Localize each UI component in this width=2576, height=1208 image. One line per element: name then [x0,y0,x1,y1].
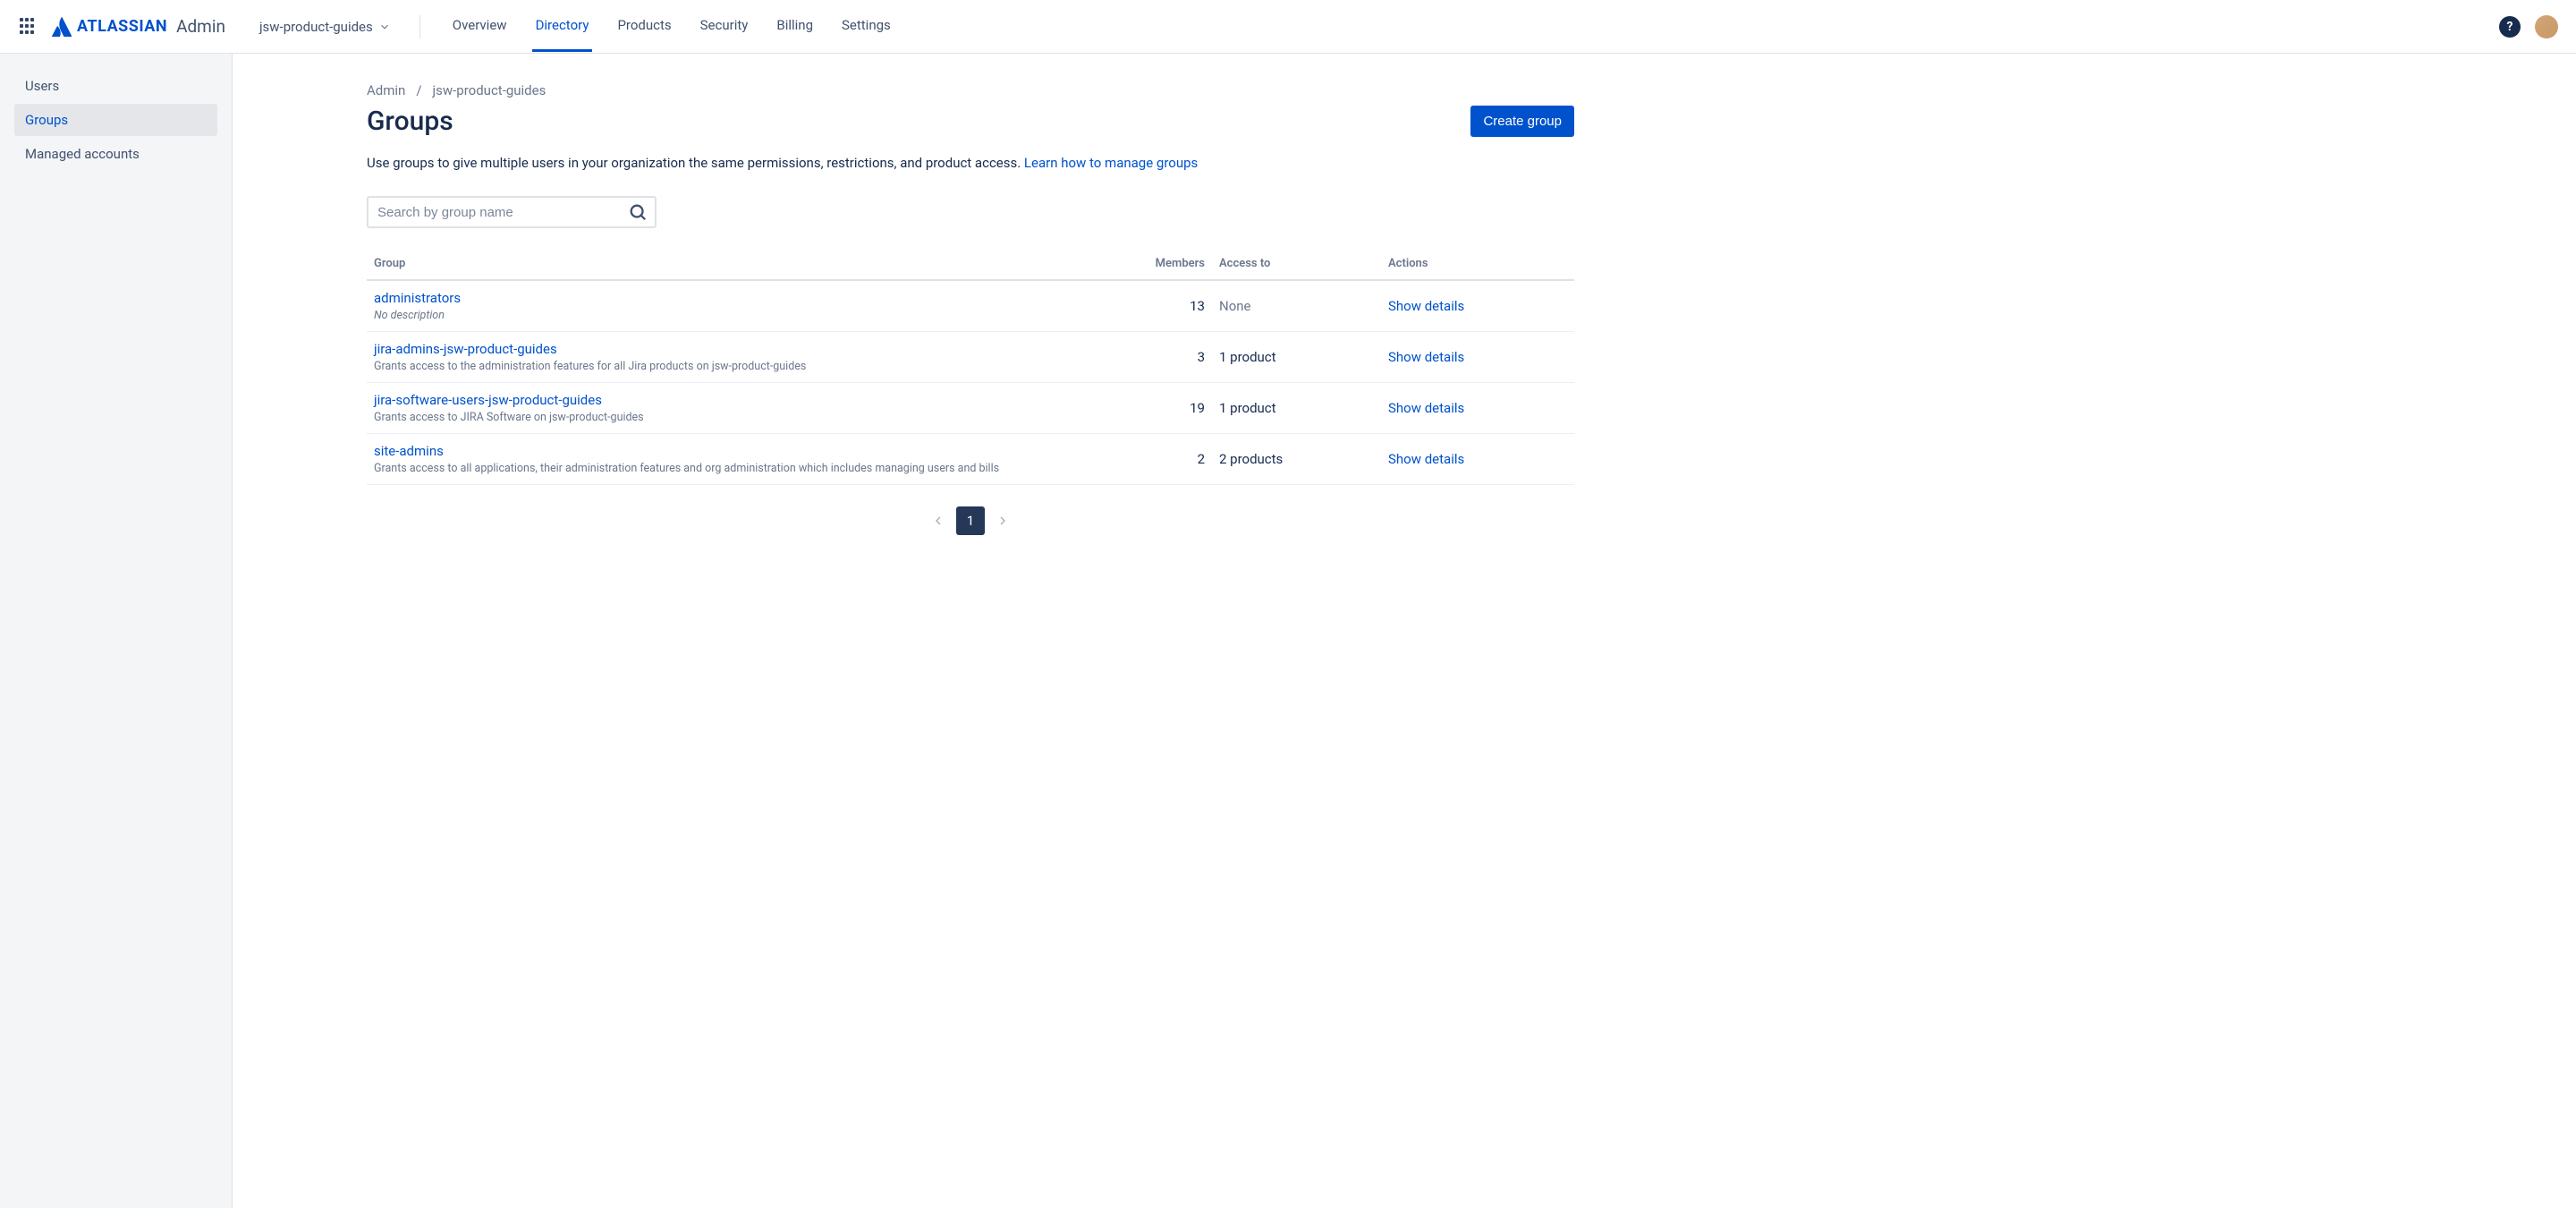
breadcrumb: Admin / jsw-product-guides [367,82,1574,98]
app-switcher-icon[interactable] [18,16,39,38]
chevron-right-icon [996,514,1010,528]
group-name-link[interactable]: site-admins [374,443,444,459]
breadcrumb-org[interactable]: jsw-product-guides [433,82,547,98]
group-desc: No description [374,309,445,322]
breadcrumb-sep: / [416,82,421,98]
th-actions: Actions [1381,250,1574,280]
header-left: ATLASSIAN Admin jsw-product-guides Overv… [18,1,894,52]
show-details-link[interactable]: Show details [1388,400,1464,416]
access-value: 1 product [1219,349,1276,365]
chevron-left-icon [931,514,945,528]
page-next[interactable] [988,506,1017,535]
create-group-button[interactable]: Create group [1470,106,1574,137]
table-row: jira-admins-jsw-product-guides Grants acc… [367,332,1574,383]
sidebar-item-users[interactable]: Users [14,70,217,102]
main-content: Admin / jsw-product-guides Groups Create… [233,54,1628,1208]
logo-text: ATLASSIAN [77,17,167,36]
group-desc: Grants access to all applications, their… [374,462,999,475]
members-count: 19 [1091,383,1212,434]
help-icon[interactable]: ? [2499,16,2521,38]
table-row: jira-software-users-jsw-product-guides Gr… [367,383,1574,434]
org-name: jsw-product-guides [259,19,373,35]
table-row: administrators No description 13 None Show d… [367,280,1574,332]
th-group: Group [367,250,1091,280]
access-value: 1 product [1219,400,1276,416]
sidebar-item-managed-accounts[interactable]: Managed accounts [14,138,217,170]
desc-text: Use groups to give multiple users in you… [367,155,1024,171]
search-icon[interactable] [628,202,648,222]
groups-table: Group Members Access to Actions administ… [367,250,1574,485]
nav-directory[interactable]: Directory [532,1,593,52]
search-input[interactable] [367,196,657,228]
pagination: 1 [367,506,1574,535]
avatar[interactable] [2535,15,2558,38]
show-details-link[interactable]: Show details [1388,298,1464,314]
breadcrumb-admin[interactable]: Admin [367,82,405,98]
learn-link[interactable]: Learn how to manage groups [1024,155,1198,171]
show-details-link[interactable]: Show details [1388,451,1464,467]
page-current[interactable]: 1 [956,506,985,535]
page-description: Use groups to give multiple users in you… [367,155,1574,171]
group-desc: Grants access to JIRA Software on jsw-pr… [374,411,644,424]
header-right: ? [2499,15,2558,38]
members-count: 13 [1091,280,1212,332]
group-name-link[interactable]: jira-admins-jsw-product-guides [374,341,557,357]
search-wrap [367,196,657,228]
page-prev[interactable] [924,506,953,535]
separator [419,15,420,38]
nav-security[interactable]: Security [697,1,752,52]
members-count: 2 [1091,434,1212,485]
th-access: Access to [1212,250,1381,280]
admin-label: Admin [176,16,225,37]
th-members: Members [1091,250,1212,280]
members-count: 3 [1091,332,1212,383]
group-name-link[interactable]: jira-software-users-jsw-product-guides [374,392,602,408]
group-desc: Grants access to the administration feat… [374,360,806,373]
table-row: site-admins Grants access to all applicat… [367,434,1574,485]
nav-overview[interactable]: Overview [449,1,511,52]
access-value: None [1219,298,1251,314]
logo[interactable]: ATLASSIAN Admin [52,16,225,37]
access-value: 2 products [1219,451,1283,467]
show-details-link[interactable]: Show details [1388,349,1464,365]
page-title: Groups [367,106,453,137]
sidebar: UsersGroupsManaged accounts [0,54,233,1208]
nav-settings[interactable]: Settings [838,1,894,52]
group-name-link[interactable]: administrators [374,290,461,306]
atlassian-icon [52,17,72,37]
nav-products[interactable]: Products [614,1,674,52]
chevron-down-icon [378,21,391,33]
org-switcher[interactable]: jsw-product-guides [259,19,391,35]
nav-billing[interactable]: Billing [773,1,817,52]
sidebar-item-groups[interactable]: Groups [14,104,217,136]
body: UsersGroupsManaged accounts Admin / jsw-… [0,54,2576,1208]
header: ATLASSIAN Admin jsw-product-guides Overv… [0,0,2576,54]
top-nav: Overview Directory Products Security Billing… [449,1,894,52]
title-row: Groups Create group [367,106,1574,137]
